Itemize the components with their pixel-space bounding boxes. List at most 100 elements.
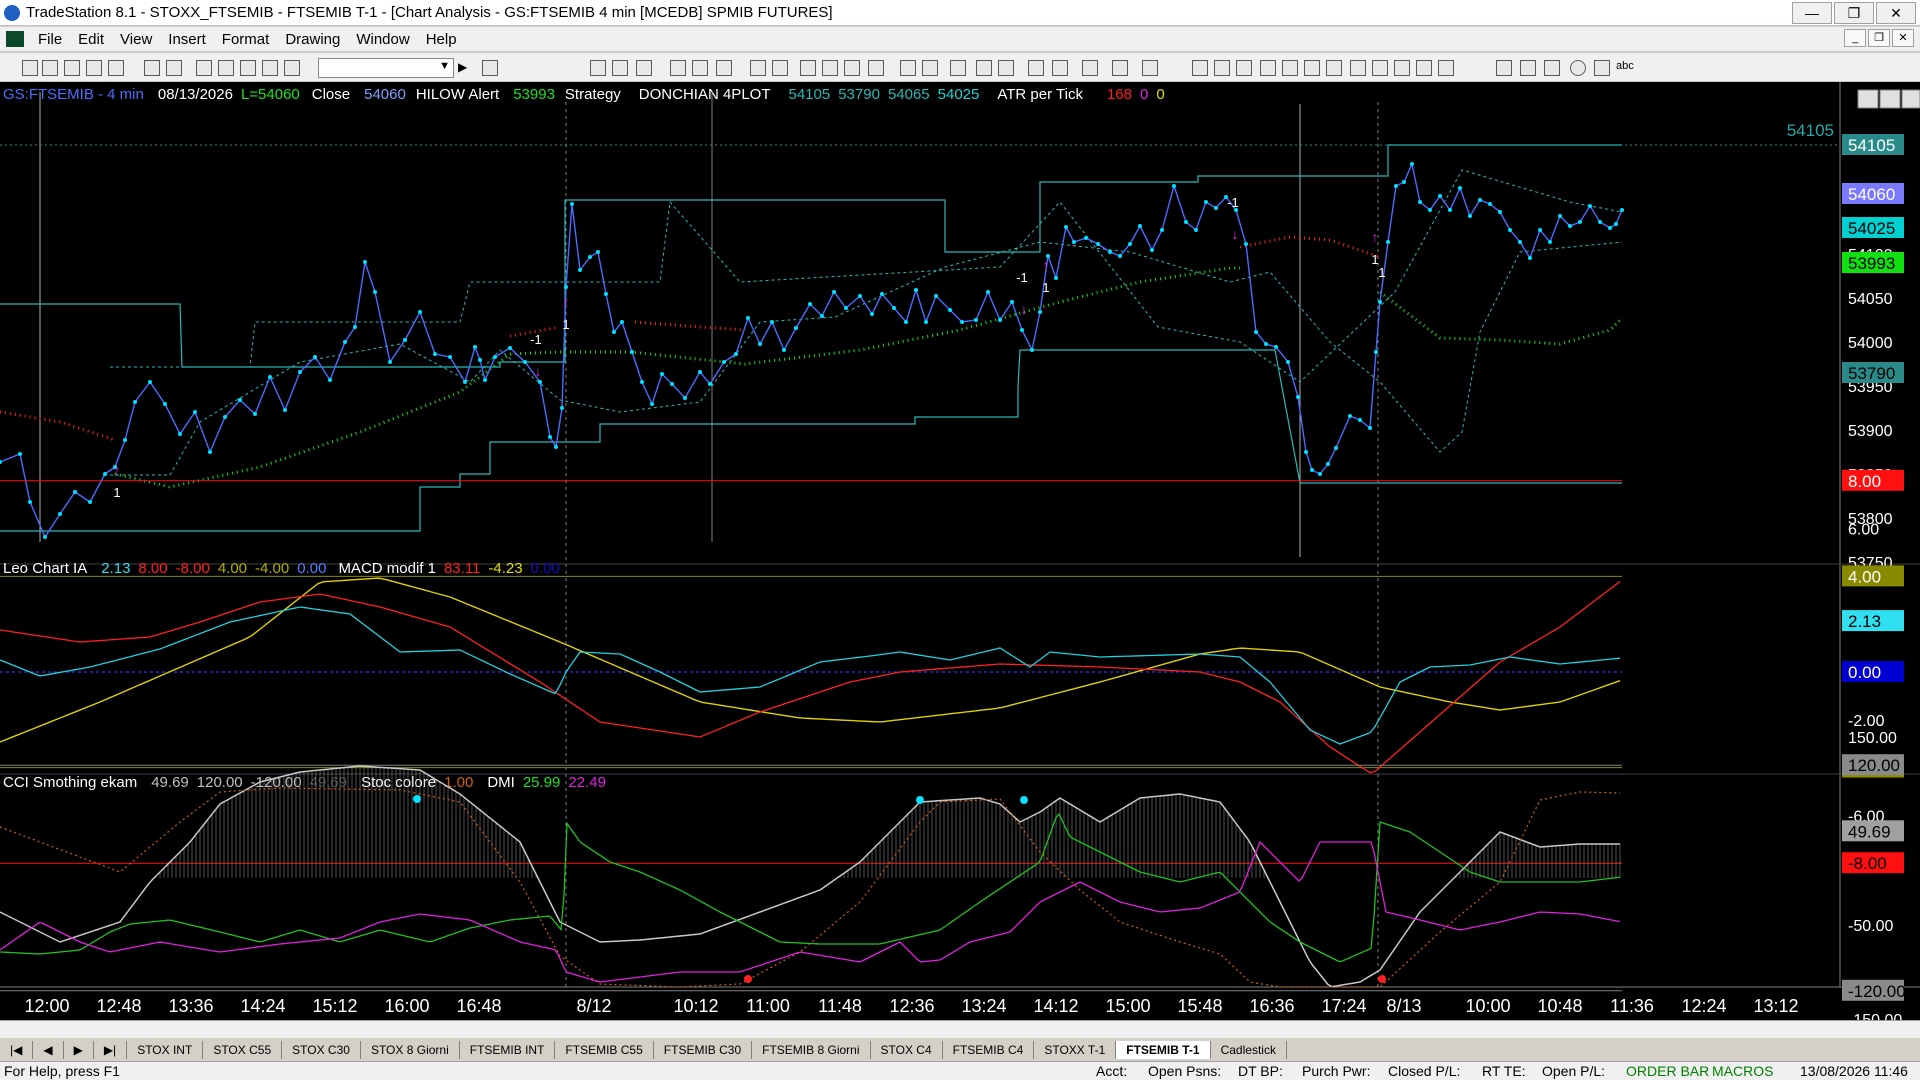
data-tips-icon[interactable] xyxy=(1052,60,1068,76)
chart-analysis-icon[interactable] xyxy=(590,60,606,76)
menu-format[interactable]: Format xyxy=(214,31,278,48)
tab-nav-first[interactable]: |◀ xyxy=(0,1041,34,1059)
hammer-icon[interactable] xyxy=(1082,60,1098,76)
subwindow-minimize-icon[interactable] xyxy=(1857,89,1879,109)
measure-icon[interactable] xyxy=(1394,60,1410,76)
radar-screen-icon[interactable] xyxy=(612,60,628,76)
open-workspace-icon[interactable] xyxy=(64,60,80,76)
candlestick-icon[interactable] xyxy=(868,60,884,76)
cut-icon[interactable] xyxy=(196,60,212,76)
interval-icon[interactable] xyxy=(900,60,916,76)
open-icon[interactable] xyxy=(42,60,58,76)
tab-ftsemib-8-giorni[interactable]: FTSEMIB 8 Giorni xyxy=(752,1041,871,1059)
tab-stox-c4[interactable]: STOX C4 xyxy=(871,1041,943,1059)
indicator-icon[interactable] xyxy=(750,60,766,76)
option-station-icon[interactable] xyxy=(692,60,708,76)
tab-stox-8-giorni[interactable]: STOX 8 Giorni xyxy=(361,1041,460,1059)
format-icon[interactable] xyxy=(262,60,278,76)
chart-canvas[interactable]: GS:FTSEMIB - 4 min 08/13/2026 L=54060 Close… xyxy=(0,82,1920,1022)
vertical-line-icon[interactable] xyxy=(1214,60,1230,76)
tab-stoxx-t-1[interactable]: STOXX T-1 xyxy=(1034,1041,1117,1059)
portfolio-icon[interactable] xyxy=(716,60,732,76)
mdi-minimize-button[interactable]: _ xyxy=(1844,29,1866,47)
tab-stox-int[interactable]: STOX INT xyxy=(127,1041,204,1059)
tab-nav-prev[interactable]: ◀ xyxy=(33,1041,64,1059)
tab-stox-c30[interactable]: STOX C30 xyxy=(282,1041,361,1059)
save-icon[interactable] xyxy=(144,60,160,76)
chart-analysis-window[interactable]: GS:FTSEMIB - 4 min 08/13/2026 L=54060 Close… xyxy=(0,82,1920,1022)
price-bar-dot xyxy=(746,316,750,320)
tab-ftsemib-c4[interactable]: FTSEMIB C4 xyxy=(943,1041,1035,1059)
go-arrow-icon[interactable]: ▶ xyxy=(458,60,474,76)
zoom-in-icon[interactable] xyxy=(976,60,992,76)
tab-ftsemib-c55[interactable]: FTSEMIB C55 xyxy=(555,1041,654,1059)
tab-nav-last[interactable]: ▶| xyxy=(94,1041,128,1059)
andrews-pitchfork-icon[interactable] xyxy=(1350,60,1366,76)
tab-cadlestick[interactable]: Cadlestick xyxy=(1211,1041,1287,1059)
price-bar-dot xyxy=(1438,194,1442,198)
mdi-close-button[interactable]: ✕ xyxy=(1892,29,1914,47)
mdi-restore-button[interactable]: ❐ xyxy=(1868,29,1890,47)
paste-icon[interactable] xyxy=(240,60,256,76)
curve-icon[interactable] xyxy=(1496,60,1512,76)
subwindow-close-icon[interactable] xyxy=(1901,89,1920,109)
menu-drawing[interactable]: Drawing xyxy=(277,31,348,48)
price-bar-dot xyxy=(43,535,47,539)
tab-nav-next[interactable]: ▶ xyxy=(64,1041,94,1059)
menu-edit[interactable]: Edit xyxy=(70,31,112,48)
title-bar: TradeStation 8.1 - STOXX_FTSEMIB - FTSEM… xyxy=(0,0,1920,26)
text-icon[interactable]: abc xyxy=(1616,60,1634,76)
arrow-up-icon[interactable] xyxy=(1544,60,1560,76)
menu-file[interactable]: File xyxy=(30,31,70,48)
matrix-icon[interactable] xyxy=(636,60,652,76)
restore-button[interactable]: ❐ xyxy=(1834,2,1874,24)
scanner-icon[interactable] xyxy=(670,60,686,76)
tab-stox-c55[interactable]: STOX C55 xyxy=(203,1041,283,1059)
horizontal-line-icon[interactable] xyxy=(1236,60,1252,76)
pencil-icon[interactable] xyxy=(1438,60,1454,76)
folder-icon[interactable] xyxy=(108,60,124,76)
macros-button[interactable]: MACROS xyxy=(1712,1063,1773,1079)
subwindow-restore-icon[interactable] xyxy=(1879,89,1901,109)
find-symbol-icon[interactable] xyxy=(482,60,498,76)
range-icon[interactable] xyxy=(950,60,966,76)
order-bar-button[interactable]: ORDER BAR xyxy=(1626,1063,1709,1079)
regression-icon[interactable] xyxy=(1282,60,1298,76)
tab-ftsemib-t-1[interactable]: FTSEMIB T-1 xyxy=(1116,1041,1211,1059)
alert-icon[interactable] xyxy=(1142,60,1158,76)
menu-insert[interactable]: Insert xyxy=(160,31,214,48)
save-workspace-icon[interactable] xyxy=(86,60,102,76)
histogram-icon[interactable] xyxy=(844,60,860,76)
bar-chart-icon[interactable] xyxy=(800,60,816,76)
tab-ftsemib-int[interactable]: FTSEMIB INT xyxy=(460,1041,556,1059)
menu-help[interactable]: Help xyxy=(418,31,465,48)
menu-window[interactable]: Window xyxy=(348,31,417,48)
arrow-down-icon[interactable] xyxy=(1520,60,1536,76)
fibonacci-icon[interactable] xyxy=(1260,60,1276,76)
symbol-combo[interactable]: ▼ xyxy=(318,58,454,78)
print-icon[interactable] xyxy=(166,60,182,76)
speed-line-icon[interactable] xyxy=(1304,60,1320,76)
tab-ftsemib-c30[interactable]: FTSEMIB C30 xyxy=(654,1041,753,1059)
channel-icon[interactable] xyxy=(1372,60,1388,76)
gann-fan-icon[interactable] xyxy=(1326,60,1342,76)
trendline-icon[interactable] xyxy=(1192,60,1208,76)
ellipse-icon[interactable] xyxy=(1570,60,1586,76)
pointer-icon[interactable] xyxy=(1028,60,1044,76)
close-button[interactable]: ✕ xyxy=(1876,2,1916,24)
properties-icon[interactable] xyxy=(284,60,300,76)
horizontal-scrollbar[interactable] xyxy=(0,1020,1920,1038)
copy-icon[interactable] xyxy=(218,60,234,76)
order-icon[interactable] xyxy=(1112,60,1128,76)
price-bar-dot xyxy=(1608,226,1612,230)
menu-view[interactable]: View xyxy=(112,31,160,48)
new-icon[interactable] xyxy=(22,60,38,76)
chart-window-icon[interactable] xyxy=(6,31,24,47)
minimize-button[interactable]: — xyxy=(1792,2,1832,24)
strategy-icon[interactable] xyxy=(772,60,788,76)
zoom-out-icon[interactable] xyxy=(998,60,1014,76)
scroll-icon[interactable] xyxy=(922,60,938,76)
line-chart-icon[interactable] xyxy=(822,60,838,76)
rectangle-icon[interactable] xyxy=(1594,60,1610,76)
arc-icon[interactable] xyxy=(1416,60,1432,76)
